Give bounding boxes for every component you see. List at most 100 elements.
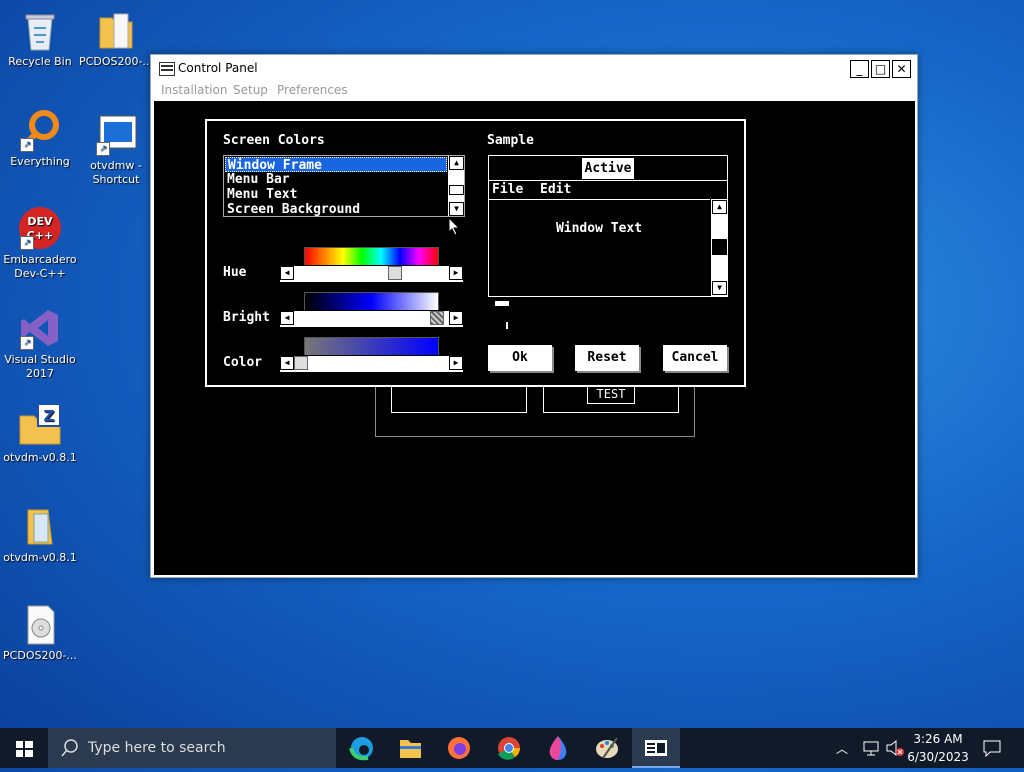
taskbar-search-box[interactable]: Type here to search (48, 728, 336, 768)
notifications-icon[interactable] (982, 739, 1002, 757)
client-area: TEST Screen Colors Sample Window Frame M… (154, 101, 915, 575)
minimize-button[interactable]: _ (850, 60, 869, 78)
desktop-icon-label: otvdm-v0.8.1 (3, 551, 77, 564)
desktop-icon-otvdm-zip[interactable]: Z otvdm-v0.8.1 (0, 403, 80, 465)
color-gradient (304, 337, 439, 357)
window-menu-icon[interactable] (159, 62, 175, 76)
sample-scroll-down-icon: ▼ (712, 281, 727, 295)
svg-text:Z: Z (44, 407, 55, 425)
sample-menu-bar: File Edit (489, 181, 727, 200)
taskbar-file-explorer[interactable] (386, 728, 434, 768)
start-button[interactable] (0, 728, 48, 768)
scroll-thumb[interactable] (449, 185, 464, 195)
list-item-menu-bar[interactable]: Menu Bar (225, 172, 449, 187)
title-bar[interactable]: Control Panel _ □ ✕ (151, 55, 917, 83)
hue-left-arrow-icon[interactable]: ◀ (280, 266, 294, 280)
taskbar-drop-app[interactable] (534, 728, 582, 768)
desktop-icon-otvdmw-shortcut[interactable]: ↗ otvdmw - Shortcut (76, 112, 156, 187)
network-icon[interactable] (862, 739, 880, 757)
bright-gradient (304, 292, 439, 312)
hue-label: Hue (223, 265, 247, 280)
list-scrollbar[interactable]: ▲ ▼ (448, 156, 464, 216)
screen-colors-label: Screen Colors (223, 133, 325, 148)
recycle-bin-icon (18, 8, 62, 52)
file-explorer-icon (400, 740, 421, 758)
bright-slider-thumb[interactable] (430, 311, 444, 325)
desktop-icon-everything[interactable]: ↗ Everything (0, 108, 80, 169)
volume-muted-icon[interactable] (885, 739, 905, 757)
maximize-button[interactable]: □ (871, 60, 890, 78)
scroll-down-icon[interactable]: ▼ (449, 202, 464, 216)
scroll-up-icon[interactable]: ▲ (449, 156, 464, 170)
sample-text-caret (506, 322, 508, 329)
desktop-icon-label: Embarcadero Dev-C++ (3, 253, 77, 280)
desktop-icon-label: Visual Studio 2017 (4, 353, 76, 380)
sample-preview: Active File Edit Window Text ▲ ▼ (488, 155, 728, 297)
color-left-arrow-icon[interactable]: ◀ (280, 356, 294, 370)
bright-left-arrow-icon[interactable]: ◀ (280, 311, 294, 325)
shortcut-arrow-icon: ↗ (96, 142, 110, 156)
cancel-button[interactable]: Cancel (663, 345, 727, 371)
shortcut-arrow-icon: ↗ (20, 336, 34, 350)
visual-studio-icon: ↗ (18, 306, 62, 350)
screen-colors-dialog: Screen Colors Sample Window Frame Menu B… (205, 119, 746, 387)
sample-scroll-up-icon: ▲ (712, 200, 727, 214)
test-label[interactable]: TEST (587, 385, 635, 404)
desktop-icon-otvdm-folder[interactable]: otvdm-v0.8.1 (0, 504, 80, 565)
taskbar-clock[interactable]: 3:26 AM 6/30/2023 (906, 730, 970, 766)
control-panel-window[interactable]: Control Panel _ □ ✕ Installation Setup P… (150, 54, 918, 578)
color-label: Color (223, 355, 263, 370)
folder-icon (18, 504, 62, 548)
sample-active-title: Active (582, 158, 634, 179)
hue-right-arrow-icon[interactable]: ▶ (449, 266, 463, 280)
menu-setup[interactable]: Setup (233, 83, 268, 97)
taskbar-chrome[interactable] (485, 728, 533, 768)
desktop-icon-pcdos-folder[interactable]: PCDOS200-... (76, 8, 156, 69)
taskbar-control-panel[interactable] (632, 728, 680, 768)
color-slider[interactable]: ◀ ▶ (279, 355, 464, 373)
sample-window-text: Window Text (555, 221, 643, 236)
desktop-icon-visual-studio[interactable]: ↗ Visual Studio 2017 (0, 306, 80, 381)
hue-slider-thumb[interactable] (388, 266, 402, 280)
list-item-menu-text[interactable]: Menu Text (225, 187, 449, 202)
bright-slider[interactable]: ◀ ▶ (279, 310, 464, 328)
taskbar-paint[interactable] (583, 728, 631, 768)
sample-scrollbar: ▲ ▼ (710, 199, 728, 296)
hue-slider[interactable]: ◀ ▶ (279, 265, 464, 283)
dev-cpp-icon: DEV C++ ↗ (18, 206, 62, 250)
close-button[interactable]: ✕ (892, 60, 911, 78)
menu-preferences[interactable]: Preferences (277, 83, 348, 97)
paint-palette-icon (596, 737, 618, 759)
show-hidden-icons-chevron-icon[interactable]: ︿ (836, 740, 848, 757)
svg-text:DEV: DEV (27, 215, 53, 228)
search-icon (61, 739, 78, 757)
desktop-icon-recycle-bin[interactable]: Recycle Bin (0, 8, 80, 69)
desktop-icon-dev-cpp[interactable]: DEV C++ ↗ Embarcadero Dev-C++ (0, 206, 80, 281)
ok-button[interactable]: Ok (488, 345, 552, 371)
taskbar: Type here to search ︿ 3:26 AM 6/30/2023 (0, 728, 1024, 768)
list-item-screen-background[interactable]: Screen Background (225, 202, 449, 217)
taskbar-edge[interactable] (338, 728, 386, 768)
desktop-icon-label: Recycle Bin (8, 55, 72, 68)
desktop-icon-pcdos-disk[interactable]: PCDOS200-... (0, 602, 80, 663)
list-item-window-frame[interactable]: Window Frame (225, 157, 447, 173)
clock-date: 6/30/2023 (907, 750, 969, 764)
menu-installation[interactable]: Installation (161, 83, 227, 97)
bright-right-arrow-icon[interactable]: ▶ (449, 311, 463, 325)
windows-logo-icon (16, 741, 33, 757)
program-window-icon: ↗ (94, 112, 138, 156)
control-panel-icon (645, 740, 667, 756)
shortcut-arrow-icon: ↗ (20, 138, 34, 152)
taskbar-firefox[interactable] (435, 728, 483, 768)
sample-menu-edit: Edit (540, 182, 572, 197)
color-slider-thumb[interactable] (294, 356, 308, 370)
edge-icon (349, 737, 373, 761)
color-right-arrow-icon[interactable]: ▶ (449, 356, 463, 370)
desktop-icon-label: PCDOS200-... (3, 649, 77, 662)
screen-colors-list[interactable]: Window Frame Menu Bar Menu Text Screen B… (223, 155, 465, 217)
mouse-cursor-icon (448, 217, 461, 236)
disk-image-icon (18, 602, 62, 646)
reset-button[interactable]: Reset (575, 345, 639, 371)
color-drop-icon (549, 736, 567, 760)
sample-label: Sample (487, 133, 534, 148)
